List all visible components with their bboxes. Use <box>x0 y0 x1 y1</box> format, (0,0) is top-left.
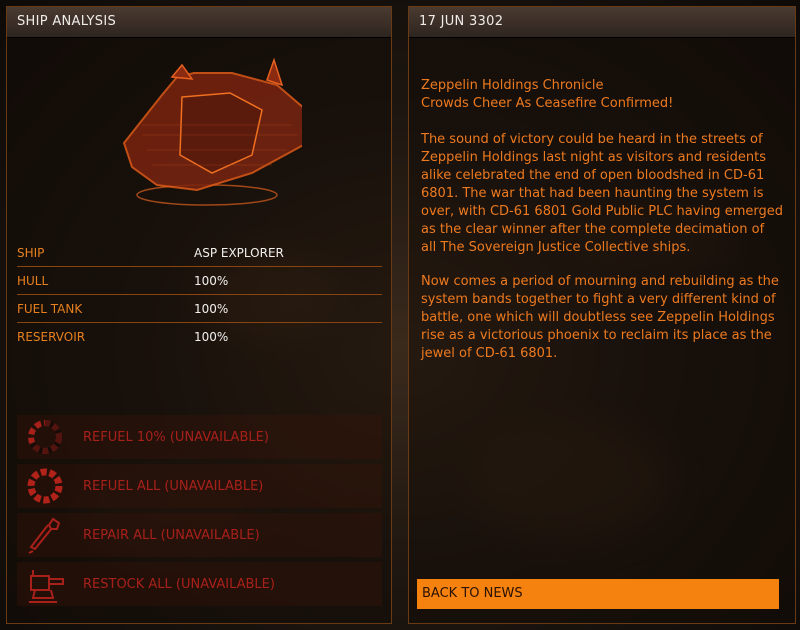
ship-analysis-title: SHIP ANALYSIS <box>7 7 391 38</box>
back-to-news-button[interactable]: BACK TO NEWS <box>417 579 779 609</box>
stat-value: ASP EXPLORER <box>194 245 284 260</box>
news-paragraph: The sound of victory could be heard in t… <box>421 132 783 255</box>
stat-label: RESERVOIR <box>17 329 86 344</box>
stat-label: SHIP <box>17 245 45 260</box>
news-article: Zeppelin Holdings Chronicle Crowds Cheer… <box>421 77 783 379</box>
news-source: Zeppelin Holdings Chronicle <box>421 78 604 93</box>
service-actions: REFUEL 10% (UNAVAILABLE) REFUEL ALL (UNA… <box>17 415 382 611</box>
news-headline: Crowds Cheer As Ceasefire Confirmed! <box>421 96 674 111</box>
stat-label: FUEL TANK <box>17 301 83 316</box>
stat-row-ship: SHIP ASP EXPLORER <box>17 239 382 267</box>
stat-value: 100% <box>194 301 229 316</box>
stat-row-hull: HULL 100% <box>17 267 382 295</box>
refuel-all-button[interactable]: REFUEL ALL (UNAVAILABLE) <box>17 464 382 508</box>
repair-all-label: REPAIR ALL (UNAVAILABLE) <box>83 527 260 543</box>
stat-row-fuel-tank: FUEL TANK 100% <box>17 295 382 323</box>
refuel-all-label: REFUEL ALL (UNAVAILABLE) <box>83 478 264 494</box>
ship-model-icon <box>122 57 302 206</box>
repair-all-button[interactable]: REPAIR ALL (UNAVAILABLE) <box>17 513 382 557</box>
stat-label: HULL <box>17 273 49 288</box>
news-paragraph: Now comes a period of mourning and rebui… <box>421 274 779 361</box>
news-date: 17 JUN 3302 <box>409 7 795 38</box>
news-panel: 17 JUN 3302 Zeppelin Holdings Chronicle … <box>408 6 796 624</box>
ship-analysis-panel: SHIP ANALYSIS SHIP ASP EXPLORER HULL 100… <box>6 6 392 624</box>
partial-fuel-ring-icon <box>28 420 62 454</box>
stat-value: 100% <box>194 329 229 344</box>
restock-all-button[interactable]: RESTOCK ALL (UNAVAILABLE) <box>17 562 382 606</box>
restock-all-label: RESTOCK ALL (UNAVAILABLE) <box>83 576 275 592</box>
stat-row-reservoir: RESERVOIR 100% <box>17 323 382 350</box>
stat-value: 100% <box>194 273 229 288</box>
refuel-10-button[interactable]: REFUEL 10% (UNAVAILABLE) <box>17 415 382 459</box>
ship-stats-table: SHIP ASP EXPLORER HULL 100% FUEL TANK 10… <box>17 239 382 350</box>
refuel-10-label: REFUEL 10% (UNAVAILABLE) <box>83 429 269 445</box>
turret-icon <box>29 570 64 603</box>
full-fuel-ring-icon <box>27 468 63 504</box>
wrench-icon <box>28 517 61 554</box>
